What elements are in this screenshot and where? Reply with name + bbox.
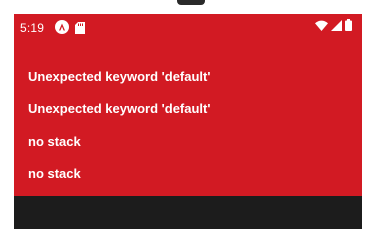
camera-notch bbox=[177, 0, 205, 5]
status-time: 5:19 bbox=[20, 21, 45, 35]
error-message: Unexpected keyword 'default' bbox=[28, 101, 211, 116]
sd-card-icon bbox=[75, 21, 85, 34]
status-icons-right bbox=[315, 18, 352, 36]
error-stack: no stack bbox=[28, 134, 81, 149]
device-bezel-right bbox=[362, 14, 380, 229]
device-screen: 5:19 Unexpected keyword 'default' Unexpe… bbox=[14, 14, 362, 229]
device-bezel-left bbox=[0, 14, 14, 229]
error-message: Unexpected keyword 'default' bbox=[28, 69, 211, 84]
react-native-app-icon bbox=[55, 20, 69, 34]
error-redbox: Unexpected keyword 'default' Unexpected … bbox=[14, 42, 362, 196]
error-stack: no stack bbox=[28, 166, 81, 181]
status-bar: 5:19 bbox=[14, 14, 362, 42]
wifi-icon bbox=[315, 18, 328, 36]
battery-icon bbox=[345, 18, 352, 36]
device-bezel-top bbox=[0, 0, 380, 14]
cell-signal-icon bbox=[331, 18, 342, 36]
